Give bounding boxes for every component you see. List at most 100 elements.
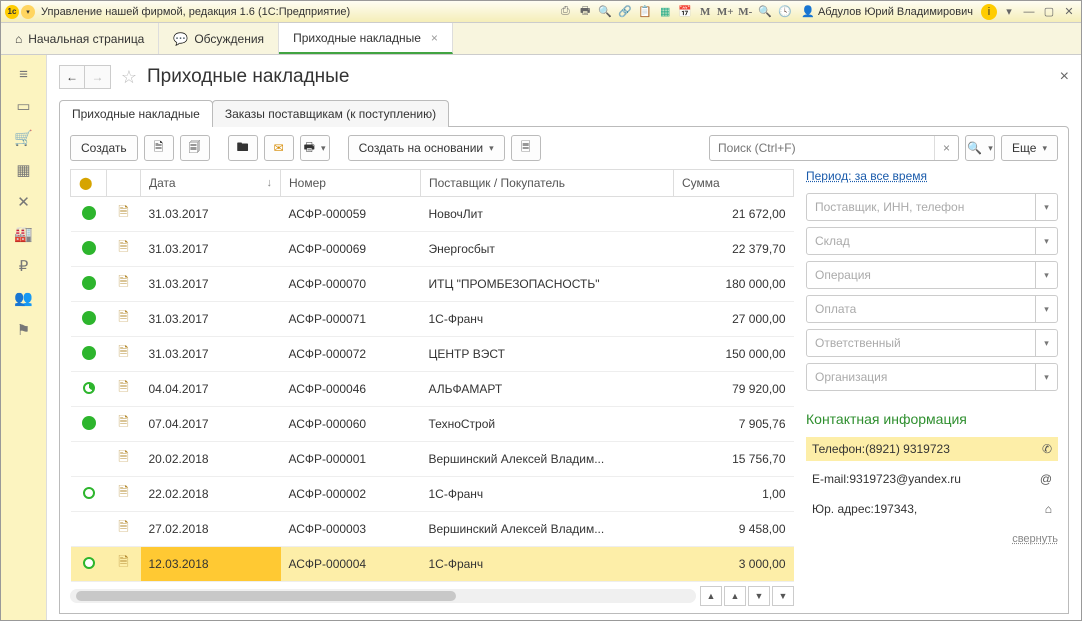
sort-asc-icon: ↓ bbox=[267, 177, 273, 189]
chevron-down-icon[interactable]: ▾ bbox=[1035, 330, 1057, 356]
document-icon: 🗎 bbox=[118, 204, 128, 219]
search-submit-button[interactable]: 🔍▾ bbox=[965, 135, 995, 161]
user-badge[interactable]: 👤 Абдулов Юрий Владимирович bbox=[797, 5, 977, 18]
scroll-up-button[interactable]: ▲ bbox=[724, 586, 746, 606]
tab-invoices[interactable]: Приходные накладные × bbox=[279, 23, 453, 54]
filter-warehouse[interactable]: Склад▾ bbox=[806, 227, 1058, 255]
tab-start-page[interactable]: ⌂ Начальная страница bbox=[1, 23, 159, 54]
filter-operation[interactable]: Операция▾ bbox=[806, 261, 1058, 289]
filter-organization[interactable]: Организация▾ bbox=[806, 363, 1058, 391]
table-row[interactable]: 🗎31.03.2017АСФР-000070ИТЦ "ПРОМБЕЗОПАСНО… bbox=[71, 267, 794, 302]
horizontal-scrollbar[interactable] bbox=[70, 589, 696, 603]
filter-supplier[interactable]: Поставщик, ИНН, телефон▾ bbox=[806, 193, 1058, 221]
table-row[interactable]: 🗎22.02.2018АСФР-0000021С-Франч1,00 bbox=[71, 477, 794, 512]
favorite-star-icon[interactable]: ☆ bbox=[119, 67, 139, 87]
col-date-header[interactable]: Дата↓ bbox=[141, 170, 281, 197]
scroll-top-button[interactable]: ▲ bbox=[700, 586, 722, 606]
table-row[interactable]: 🗎31.03.2017АСФР-000069Энергосбыт22 379,7… bbox=[71, 232, 794, 267]
titlebar-print2-icon[interactable]: 🖶 bbox=[577, 4, 593, 20]
table-row[interactable]: 🗎07.04.2017АСФР-000060ТехноСтрой7 905,76 bbox=[71, 407, 794, 442]
chevron-down-icon[interactable]: ▾ bbox=[1035, 262, 1057, 288]
more-button[interactable]: Еще ▾ bbox=[1001, 135, 1058, 161]
rail-grid-icon[interactable]: ▦ bbox=[14, 161, 34, 179]
cell-doc-icon: 🗎 bbox=[107, 407, 141, 442]
window-maximize-button[interactable]: ▢ bbox=[1041, 4, 1057, 20]
cell-sum: 9 458,00 bbox=[674, 512, 794, 547]
report-button[interactable]: 🗏 bbox=[511, 135, 541, 161]
table-row[interactable]: 🗎20.02.2018АСФР-000001Вершинский Алексей… bbox=[71, 442, 794, 477]
filter-responsible[interactable]: Ответственный▾ bbox=[806, 329, 1058, 357]
page-close-button[interactable]: × bbox=[1060, 68, 1069, 86]
new-from-template-button[interactable]: 🗐 bbox=[180, 135, 210, 161]
titlebar-calc-icon[interactable]: ▦ bbox=[657, 4, 673, 20]
col-number-header[interactable]: Номер bbox=[281, 170, 421, 197]
col-doc-header[interactable] bbox=[107, 170, 141, 197]
table-row[interactable]: 🗎31.03.2017АСФР-000059НовочЛит21 672,00 bbox=[71, 197, 794, 232]
folder-button[interactable]: 🖿 bbox=[228, 135, 258, 161]
rail-flag-icon[interactable]: ⚑ bbox=[14, 321, 34, 339]
search-input[interactable] bbox=[710, 141, 934, 155]
titlebar-print-icon[interactable]: ⎙ bbox=[557, 4, 573, 20]
rail-users-icon[interactable]: 👥 bbox=[14, 289, 34, 307]
scroll-down-button[interactable]: ▼ bbox=[748, 586, 770, 606]
contact-address-row[interactable]: Юр. адрес: 197343, ⌂ bbox=[806, 497, 1058, 521]
titlebar-m-button[interactable]: M bbox=[697, 4, 713, 20]
titlebar-clipboard-icon[interactable]: 📋 bbox=[637, 4, 653, 20]
window-minimize-button[interactable]: — bbox=[1021, 4, 1037, 20]
titlebar-search-icon[interactable]: 🔍 bbox=[597, 4, 613, 20]
scroll-bottom-button[interactable]: ▼ bbox=[772, 586, 794, 606]
search-clear-button[interactable]: × bbox=[934, 136, 958, 160]
print-button[interactable]: 🖶▾ bbox=[300, 135, 330, 161]
table-row[interactable]: 🗎31.03.2017АСФР-000072ЦЕНТР ВЭСТ150 000,… bbox=[71, 337, 794, 372]
copy-doc-button[interactable]: 🗎 bbox=[144, 135, 174, 161]
titlebar-mplus-button[interactable]: M+ bbox=[717, 4, 733, 20]
chevron-down-icon[interactable]: ▾ bbox=[1035, 296, 1057, 322]
titlebar-info-dd[interactable]: ▾ bbox=[1001, 4, 1017, 20]
create-based-label: Создать на основании bbox=[359, 141, 484, 155]
chevron-down-icon[interactable]: ▾ bbox=[1035, 228, 1057, 254]
chevron-down-icon[interactable]: ▾ bbox=[1035, 364, 1057, 390]
rail-tools-icon[interactable]: ✕ bbox=[14, 193, 34, 211]
col-party-header[interactable]: Поставщик / Покупатель bbox=[421, 170, 674, 197]
app-logo-icon: 1c bbox=[5, 5, 19, 19]
table-row[interactable]: 🗎12.03.2018АСФР-0000041С-Франч3 000,00 bbox=[71, 547, 794, 582]
chevron-down-icon[interactable]: ▾ bbox=[1035, 194, 1057, 220]
rail-menu-icon[interactable]: ≡ bbox=[14, 65, 34, 83]
tab-discussions[interactable]: 💬 Обсуждения bbox=[159, 23, 279, 54]
window-close-button[interactable]: ✕ bbox=[1061, 4, 1077, 20]
titlebar-calendar-icon[interactable]: 📅 bbox=[677, 4, 693, 20]
titlebar-zoom-icon[interactable]: 🔍 bbox=[757, 4, 773, 20]
create-button[interactable]: Создать bbox=[70, 135, 138, 161]
subtab-orders[interactable]: Заказы поставщикам (к поступлению) bbox=[212, 100, 449, 127]
contact-phone-row[interactable]: Телефон: (8921) 9319723 ✆ bbox=[806, 437, 1058, 461]
table-row[interactable]: 🗎31.03.2017АСФР-0000711С-Франч27 000,00 bbox=[71, 302, 794, 337]
document-icon: 🗎 bbox=[118, 239, 128, 254]
titlebar-clock-icon[interactable]: 🕓 bbox=[777, 4, 793, 20]
rail-cart-icon[interactable]: 🛒 bbox=[14, 129, 34, 147]
mail-button[interactable]: ✉ bbox=[264, 135, 294, 161]
nav-forward-button[interactable]: → bbox=[85, 65, 111, 89]
cell-date: 22.02.2018 bbox=[141, 477, 281, 512]
rail-money-icon[interactable]: ₽ bbox=[14, 257, 34, 275]
rail-card-icon[interactable]: ▭ bbox=[14, 97, 34, 115]
table-row[interactable]: 🗎27.02.2018АСФР-000003Вершинский Алексей… bbox=[71, 512, 794, 547]
period-link[interactable]: Период: за все время bbox=[806, 169, 1058, 183]
subtab-invoices[interactable]: Приходные накладные bbox=[59, 100, 213, 127]
table-row[interactable]: 🗎04.04.2017АСФР-000046АЛЬФАМАРТ79 920,00 bbox=[71, 372, 794, 407]
titlebar-info-icon[interactable]: i bbox=[981, 4, 997, 20]
document-icon: 🗎 bbox=[118, 554, 128, 569]
create-based-on-button[interactable]: Создать на основании ▾ bbox=[348, 135, 505, 161]
rail-factory-icon[interactable]: 🏭 bbox=[14, 225, 34, 243]
cell-number: АСФР-000070 bbox=[281, 267, 421, 302]
app-menu-dropdown[interactable]: ▾ bbox=[21, 5, 35, 19]
contact-email-row[interactable]: E-mail: 9319723@yandex.ru @ bbox=[806, 467, 1058, 491]
tab-close-icon[interactable]: × bbox=[431, 31, 438, 45]
titlebar-mminus-button[interactable]: M- bbox=[737, 4, 753, 20]
col-status-header[interactable]: ⬤ bbox=[71, 170, 107, 197]
titlebar-link-icon[interactable]: 🔗 bbox=[617, 4, 633, 20]
tab-start-label: Начальная страница bbox=[28, 32, 144, 46]
nav-back-button[interactable]: ← bbox=[59, 65, 85, 89]
collapse-link[interactable]: свернуть bbox=[1012, 533, 1058, 545]
col-sum-header[interactable]: Сумма bbox=[674, 170, 794, 197]
filter-payment[interactable]: Оплата▾ bbox=[806, 295, 1058, 323]
